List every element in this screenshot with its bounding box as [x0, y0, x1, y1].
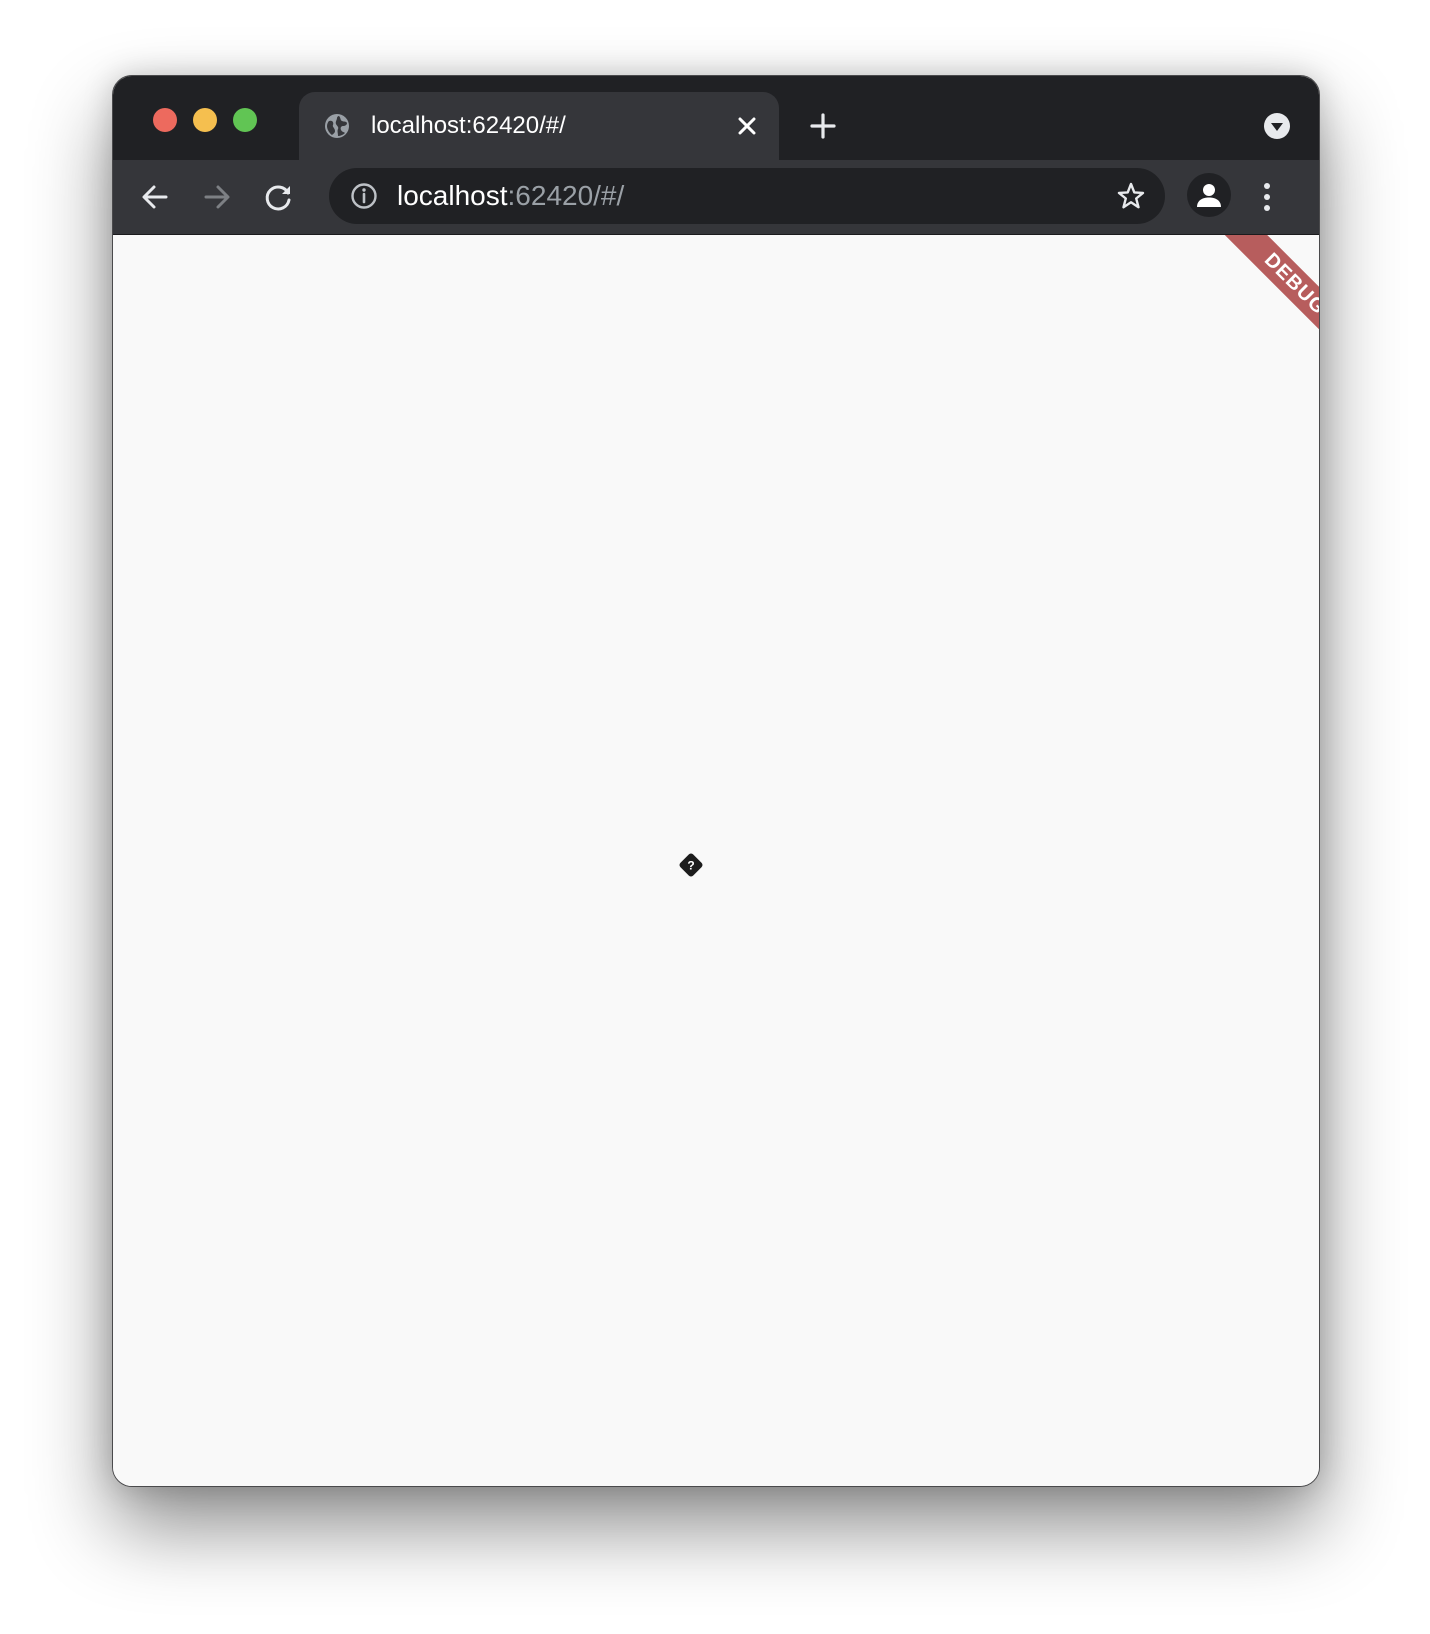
star-icon[interactable] — [1115, 180, 1147, 212]
zoom-window-button[interactable] — [233, 108, 257, 132]
person-icon — [1197, 184, 1221, 207]
tab-active[interactable]: localhost:62420/#/ — [299, 92, 779, 160]
profile-button[interactable] — [1187, 173, 1231, 217]
browser-toolbar: localhost:62420/#/ — [113, 160, 1319, 235]
page-viewport: DEBUG ? — [113, 235, 1319, 1486]
plus-icon[interactable] — [807, 110, 839, 142]
address-bar[interactable]: localhost:62420/#/ — [329, 168, 1165, 224]
tab-strip: localhost:62420/#/ — [113, 76, 1319, 160]
minimize-window-button[interactable] — [193, 108, 217, 132]
close-icon[interactable] — [733, 112, 761, 140]
browser-window: localhost:62420/#/ localhost:62420/#/ DE… — [112, 75, 1320, 1487]
more-vert-icon[interactable] — [1251, 179, 1283, 215]
debug-banner: DEBUG — [1206, 235, 1319, 373]
arrow-right-icon[interactable] — [201, 181, 233, 213]
url-path: :62420/#/ — [507, 180, 625, 211]
arrow-left-icon[interactable] — [139, 181, 171, 213]
chevron-down-circle-icon[interactable] — [1263, 112, 1291, 140]
reload-icon[interactable] — [263, 181, 295, 213]
info-icon[interactable] — [349, 181, 379, 211]
close-window-button[interactable] — [153, 108, 177, 132]
globe-icon — [325, 114, 349, 138]
tab-title: localhost:62420/#/ — [371, 112, 566, 139]
url-text[interactable]: localhost:62420/#/ — [397, 181, 624, 211]
url-host: localhost — [397, 180, 508, 211]
missing-glyph-mark: ? — [687, 859, 694, 873]
missing-glyph-icon: ? — [679, 853, 703, 877]
